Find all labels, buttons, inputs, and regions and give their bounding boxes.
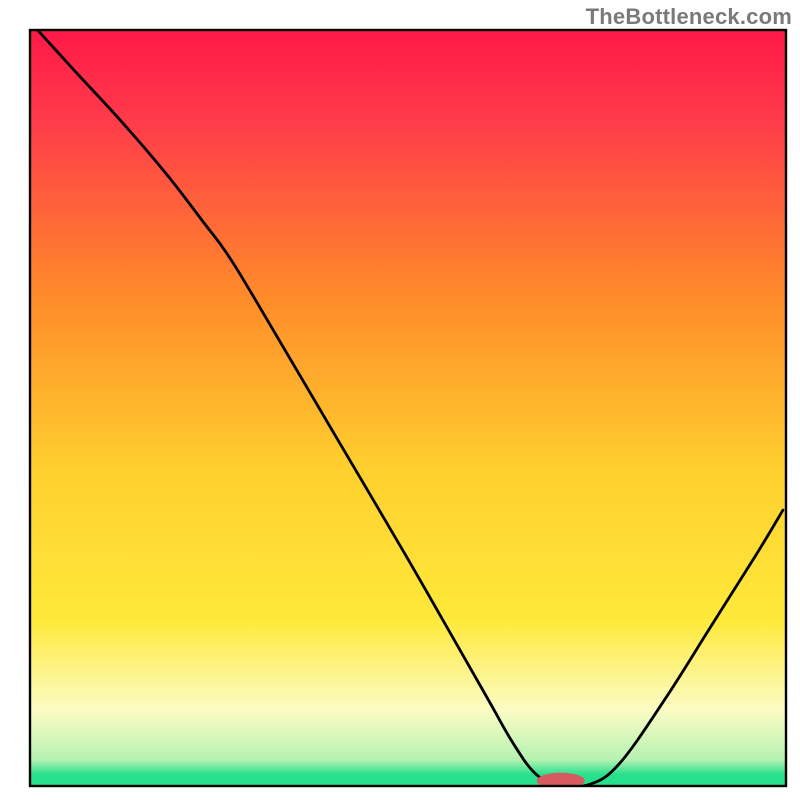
watermark-label: TheBottleneck.com xyxy=(586,4,792,30)
plot-background xyxy=(30,30,786,786)
chart-stage: TheBottleneck.com xyxy=(0,0,800,800)
bottleneck-chart xyxy=(0,0,800,800)
